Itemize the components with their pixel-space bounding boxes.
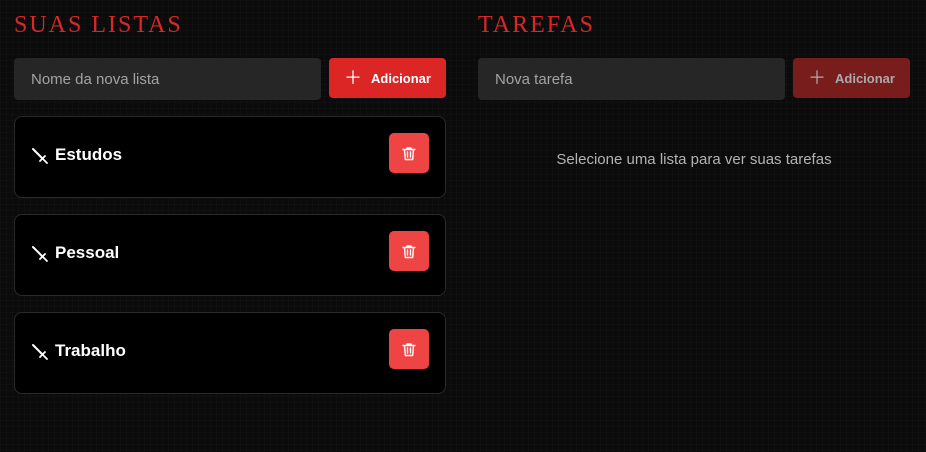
list-item-label: Estudos xyxy=(55,145,123,164)
lists-title: SUAS LISTAS xyxy=(14,12,183,38)
add-task-button-label: Adicionar xyxy=(835,70,895,86)
list-item-label: Pessoal xyxy=(55,243,120,262)
plus-icon: ＋ xyxy=(808,68,827,88)
plus-icon: ＋ xyxy=(344,68,363,88)
add-list-button[interactable]: ＋ Adicionar xyxy=(329,58,446,98)
new-task-row: ＋ Adicionar xyxy=(478,58,910,100)
tasks-title: TAREFAS xyxy=(478,12,595,38)
new-task-input[interactable] xyxy=(478,58,785,100)
add-task-button[interactable]: ＋ Adicionar xyxy=(793,58,910,98)
empty-tasks-message: Selecione uma lista para ver suas tarefa… xyxy=(556,151,832,168)
list-item-label: Trabalho xyxy=(55,341,126,360)
list-item[interactable]: Trabalho xyxy=(14,312,446,394)
list-item[interactable]: Estudos xyxy=(14,116,446,198)
list-item[interactable]: Pessoal xyxy=(14,214,446,296)
add-list-button-label: Adicionar xyxy=(371,70,431,86)
delete-list-button[interactable] xyxy=(389,329,429,369)
trash-icon xyxy=(402,244,416,258)
trash-icon xyxy=(402,146,416,160)
sword-icon xyxy=(32,246,48,262)
trash-icon xyxy=(402,342,416,356)
new-list-input[interactable] xyxy=(14,58,321,100)
sword-icon xyxy=(32,148,48,164)
new-list-row: ＋ Adicionar xyxy=(14,58,446,100)
sword-icon xyxy=(32,344,48,360)
delete-list-button[interactable] xyxy=(389,133,429,173)
delete-list-button[interactable] xyxy=(389,231,429,271)
